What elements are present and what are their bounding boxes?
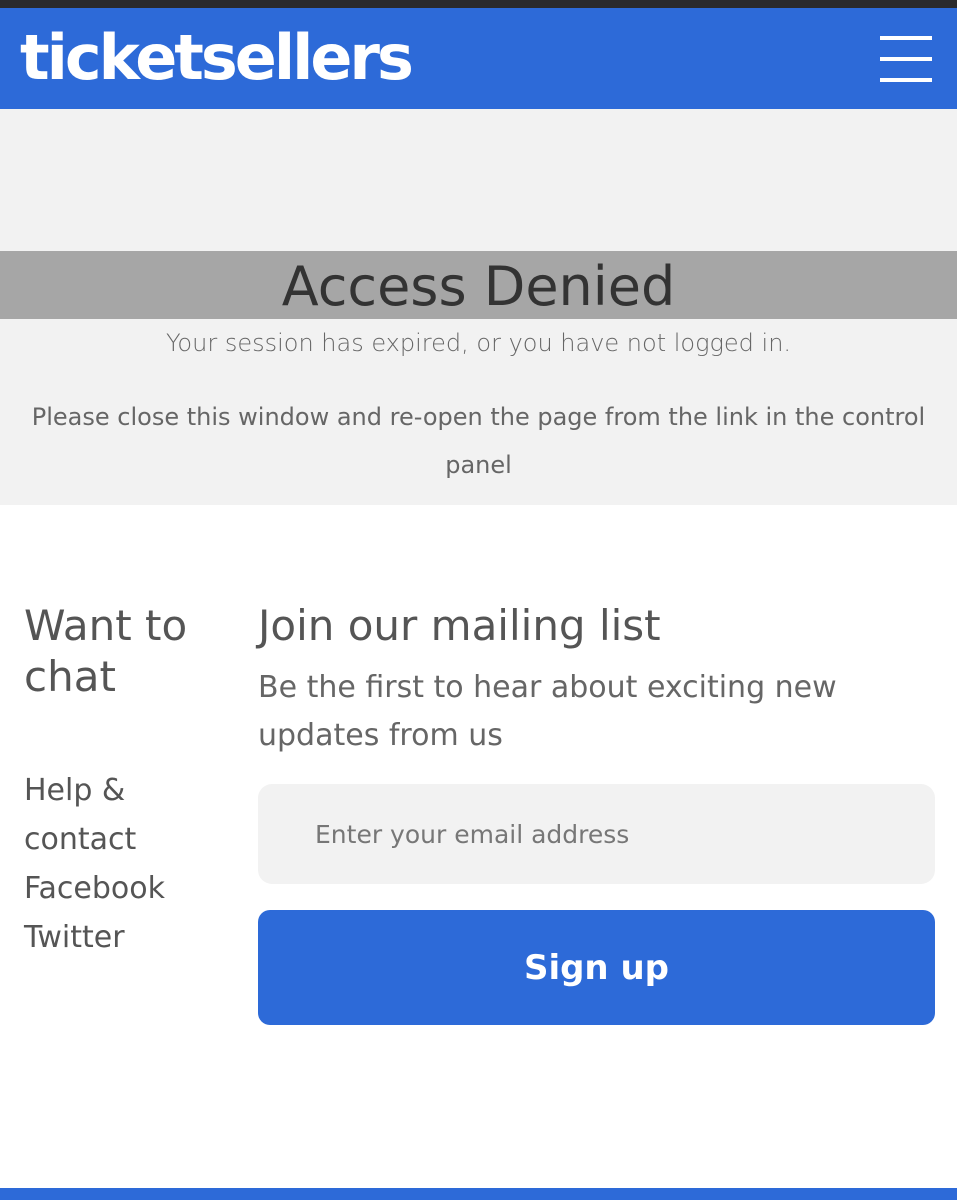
menu-bar: [880, 57, 932, 61]
sign-up-button[interactable]: Sign up: [258, 910, 935, 1025]
close-window-instruction: Please close this window and re-open the…: [31, 403, 926, 479]
menu-bar: [880, 78, 932, 82]
site-header: ticketsellers: [0, 8, 957, 109]
facebook-link[interactable]: Facebook: [24, 864, 244, 913]
twitter-link[interactable]: Twitter: [24, 913, 244, 962]
email-input[interactable]: [258, 784, 935, 884]
menu-bar: [880, 36, 932, 40]
footer-bar: [0, 1188, 957, 1200]
mailing-list-heading: Join our mailing list: [258, 601, 661, 650]
hamburger-menu-icon[interactable]: [872, 32, 934, 86]
ticketsellers-logo[interactable]: ticketsellers: [20, 22, 414, 94]
help-contact-link[interactable]: Help & contact: [24, 766, 244, 864]
session-expired-message: Your session has expired, or you have no…: [165, 329, 792, 357]
chat-heading: Want to chat: [24, 601, 188, 701]
chat-links: Help & contact Facebook Twitter: [24, 766, 244, 962]
status-strip: [0, 0, 957, 8]
mailing-list-subtitle: Be the first to hear about exciting new …: [258, 670, 837, 753]
page-title: Access Denied: [281, 255, 676, 318]
